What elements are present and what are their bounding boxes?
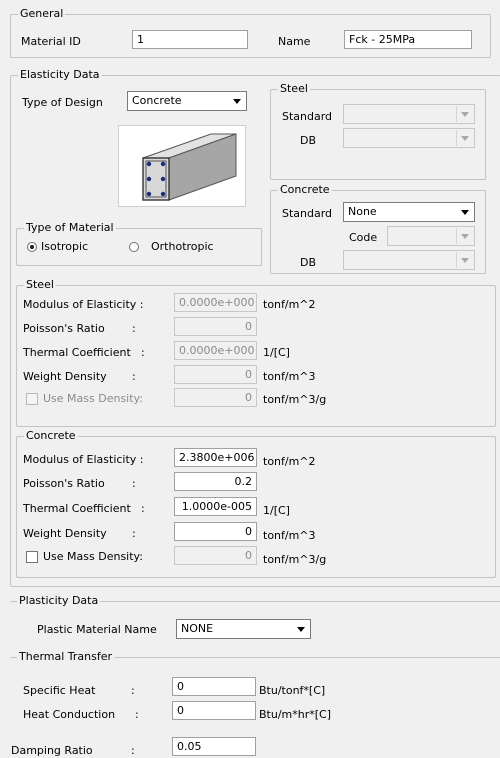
concrete-properties-title: Concrete: [24, 429, 78, 443]
concrete-db-select[interactable]: [343, 250, 475, 270]
steel-weight-colon: :: [132, 370, 136, 383]
concrete-standard-label: Standard: [282, 207, 333, 220]
chevron-down-icon: [456, 130, 473, 146]
damping-ratio-input[interactable]: 0.05: [172, 737, 256, 756]
plastic-material-name-select[interactable]: NONE: [176, 619, 311, 639]
plastic-material-name-label: Plastic Material Name: [37, 623, 157, 636]
name-label: Name: [278, 35, 311, 48]
steel-mass-density-checkbox[interactable]: [26, 393, 38, 405]
steel-db-title: Steel: [278, 82, 310, 96]
isotropic-radio[interactable]: [27, 242, 37, 252]
concrete-weight-unit: tonf/m^3: [263, 529, 316, 542]
concrete-db-label: DB: [300, 256, 317, 269]
steel-mass-input[interactable]: 0: [174, 388, 257, 407]
thermal-transfer-title: Thermal Transfer: [17, 650, 115, 664]
specific-heat-colon: :: [131, 684, 135, 697]
name-input[interactable]: Fck - 25MPa: [344, 30, 472, 49]
concrete-weight-label: Weight Density: [23, 527, 107, 540]
steel-modulus-input[interactable]: 0.0000e+000: [174, 293, 257, 312]
concrete-db-title: Concrete: [278, 183, 332, 197]
steel-mass-density-label: Use Mass Density:: [43, 392, 143, 405]
plastic-material-name-value: NONE: [181, 622, 214, 635]
general-title: General: [18, 7, 66, 21]
steel-modulus-unit: tonf/m^2: [263, 298, 316, 311]
concrete-thermal-colon: :: [141, 502, 145, 515]
steel-standard-label: Standard: [282, 110, 333, 123]
type-of-design-label: Type of Design: [22, 96, 103, 109]
concrete-code-label: Code: [349, 231, 378, 244]
steel-standard-select[interactable]: [343, 104, 475, 124]
steel-thermal-colon: :: [141, 346, 145, 359]
specific-heat-unit: Btu/tonf*[C]: [259, 684, 326, 697]
isotropic-label[interactable]: Isotropic: [41, 240, 88, 254]
concrete-mass-unit: tonf/m^3/g: [263, 553, 327, 566]
concrete-standard-select[interactable]: None: [343, 202, 475, 222]
type-of-design-value: Concrete: [132, 94, 182, 107]
concrete-modulus-input[interactable]: 2.3800e+006: [174, 448, 257, 467]
steel-modulus-label: Modulus of Elasticity :: [23, 298, 144, 311]
concrete-standard-value: None: [348, 205, 377, 218]
chevron-down-icon: [456, 106, 473, 122]
steel-properties-title: Steel: [24, 278, 56, 292]
concrete-mass-density-label[interactable]: Use Mass Density:: [43, 550, 143, 564]
damping-ratio-label: Damping Ratio: [11, 744, 93, 757]
steel-thermal-label: Thermal Coefficient: [23, 346, 131, 359]
damping-ratio-colon: :: [131, 744, 135, 757]
heat-conduction-colon: :: [135, 708, 139, 721]
concrete-thermal-unit: 1/[C]: [263, 504, 290, 517]
concrete-thermal-input[interactable]: 1.0000e-005: [174, 497, 257, 516]
concrete-poisson-colon: :: [132, 477, 136, 490]
steel-mass-unit: tonf/m^3/g: [263, 393, 327, 406]
heat-conduction-input[interactable]: 0: [172, 701, 256, 720]
steel-db-label: DB: [300, 134, 317, 147]
chevron-down-icon: [229, 93, 245, 109]
chevron-down-icon: [456, 228, 473, 244]
type-of-material-title: Type of Material: [24, 221, 116, 235]
type-of-design-select[interactable]: Concrete: [127, 91, 247, 111]
material-id-input[interactable]: 1: [132, 30, 248, 49]
steel-db-select[interactable]: [343, 128, 475, 148]
chevron-down-icon: [457, 204, 473, 220]
material-id-label: Material ID: [21, 35, 81, 48]
specific-heat-label: Specific Heat: [23, 684, 96, 697]
elasticity-title: Elasticity Data: [18, 68, 102, 82]
concrete-mass-density-checkbox[interactable]: [26, 551, 38, 563]
steel-thermal-unit: 1/[C]: [263, 346, 290, 359]
heat-conduction-unit: Btu/m*hr*[C]: [259, 708, 332, 721]
specific-heat-input[interactable]: 0: [172, 677, 256, 696]
steel-poisson-input[interactable]: 0: [174, 317, 257, 336]
chevron-down-icon: [293, 621, 309, 637]
chevron-down-icon: [456, 252, 473, 268]
concrete-weight-colon: :: [132, 527, 136, 540]
concrete-thermal-label: Thermal Coefficient: [23, 502, 131, 515]
concrete-section-image: [118, 125, 246, 207]
steel-weight-unit: tonf/m^3: [263, 370, 316, 383]
concrete-modulus-unit: tonf/m^2: [263, 455, 316, 468]
concrete-mass-input[interactable]: 0: [174, 546, 257, 565]
steel-weight-label: Weight Density: [23, 370, 107, 383]
steel-poisson-colon: :: [132, 322, 136, 335]
plasticity-title: Plasticity Data: [17, 594, 101, 608]
orthotropic-label[interactable]: Orthotropic: [151, 240, 214, 254]
steel-thermal-input[interactable]: 0.0000e+000: [174, 341, 257, 360]
concrete-poisson-label: Poisson's Ratio: [23, 477, 105, 490]
concrete-poisson-input[interactable]: 0.2: [174, 472, 257, 491]
concrete-weight-input[interactable]: 0: [174, 522, 257, 541]
steel-weight-input[interactable]: 0: [174, 365, 257, 384]
orthotropic-radio[interactable]: [129, 242, 139, 252]
concrete-code-select[interactable]: [387, 226, 475, 246]
heat-conduction-label: Heat Conduction: [23, 708, 116, 721]
concrete-modulus-label: Modulus of Elasticity :: [23, 453, 144, 466]
steel-poisson-label: Poisson's Ratio: [23, 322, 105, 335]
